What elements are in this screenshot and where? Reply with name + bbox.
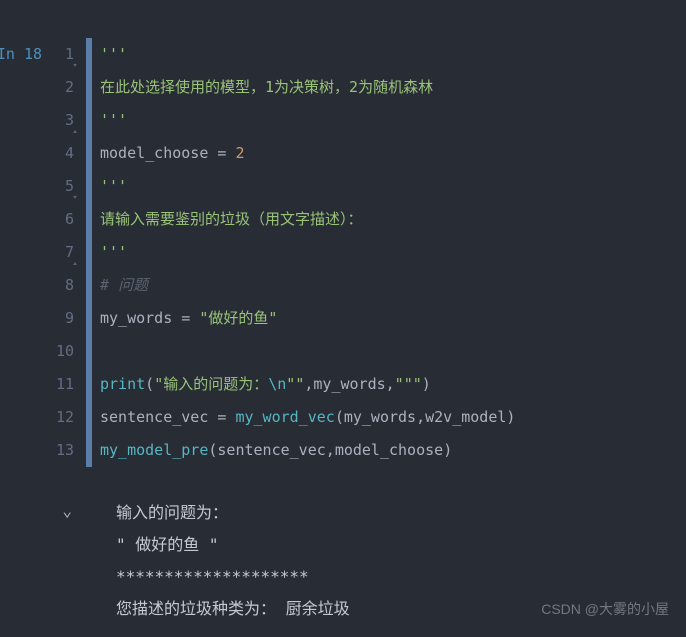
line-number: 11 xyxy=(50,368,74,401)
code-editor[interactable]: ''' 在此处选择使用的模型，1为决策树，2为随机森林 ''' model_ch… xyxy=(92,38,686,467)
code-token: ( xyxy=(335,408,344,426)
line-number: 5▾ xyxy=(50,170,74,203)
code-token: print xyxy=(100,375,145,393)
code-token: = xyxy=(208,408,235,426)
code-token: w2v_model xyxy=(425,408,506,426)
code-token: my_words xyxy=(313,375,385,393)
code-token: # xyxy=(100,276,118,294)
code-token: ''' xyxy=(100,243,127,261)
line-number: 13 xyxy=(50,434,74,467)
line-number: 10 xyxy=(50,335,74,368)
code-token: model_choose xyxy=(100,144,208,162)
code-token: my_words xyxy=(344,408,416,426)
code-token: = xyxy=(208,144,235,162)
line-number: 7▴ xyxy=(50,236,74,269)
code-token: my_model_pre xyxy=(100,441,208,459)
line-number: 6 xyxy=(50,203,74,236)
line-number: 9 xyxy=(50,302,74,335)
code-token: 2 xyxy=(235,144,244,162)
output-toggle[interactable]: ⌄ xyxy=(0,497,86,625)
prompt-count: 18 xyxy=(24,38,42,467)
line-number: 1▾ xyxy=(50,38,74,71)
code-token: ) xyxy=(443,441,452,459)
code-token: 请输入需要鉴别的垃圾（用文字描述）： xyxy=(100,210,363,228)
code-token: ''' xyxy=(100,45,127,63)
code-token: my_word_vec xyxy=(235,408,334,426)
code-token: my_words xyxy=(100,309,172,327)
code-token: = xyxy=(172,309,199,327)
code-token: ( xyxy=(145,375,154,393)
code-token: \n xyxy=(268,375,286,393)
line-number: 12 xyxy=(50,401,74,434)
code-token: """ xyxy=(395,375,422,393)
code-token: ) xyxy=(422,375,431,393)
chevron-down-icon[interactable]: ⌄ xyxy=(62,501,72,520)
output-line: " 做好的鱼 " xyxy=(116,529,686,561)
code-cell: In 18 1▾ 2 3▴ 4 5▾ 6 7▴ 8 9 10 11 12 13 … xyxy=(0,0,686,467)
line-number: 4 xyxy=(50,137,74,170)
watermark: CSDN @大雾的小屋 xyxy=(541,599,669,619)
code-token: , xyxy=(326,441,335,459)
code-token: 在此处选择使用的模型，1为决策树，2为随机森林 xyxy=(100,78,433,96)
prompt-label: In xyxy=(0,38,15,467)
code-token: "" xyxy=(286,375,304,393)
output-line: 输入的问题为： xyxy=(116,497,686,529)
code-token: "做好的鱼" xyxy=(199,309,277,327)
code-token: model_choose xyxy=(335,441,443,459)
line-gutter: 1▾ 2 3▴ 4 5▾ 6 7▴ 8 9 10 11 12 13 xyxy=(50,38,86,467)
code-token: , xyxy=(386,375,395,393)
code-token: ) xyxy=(506,408,515,426)
code-token: ''' xyxy=(100,177,127,195)
cell-prompt: In 18 xyxy=(0,38,50,467)
line-number: 8 xyxy=(50,269,74,302)
line-number: 3▴ xyxy=(50,104,74,137)
code-token: ''' xyxy=(100,111,127,129)
line-number: 2 xyxy=(50,71,74,104)
code-token: sentence_vec xyxy=(217,441,325,459)
code-token: 问题 xyxy=(118,276,148,294)
code-token: , xyxy=(416,408,425,426)
code-token: sentence_vec xyxy=(100,408,208,426)
code-token: "输入的问题为： xyxy=(154,375,268,393)
output-line: ******************** xyxy=(116,561,686,593)
